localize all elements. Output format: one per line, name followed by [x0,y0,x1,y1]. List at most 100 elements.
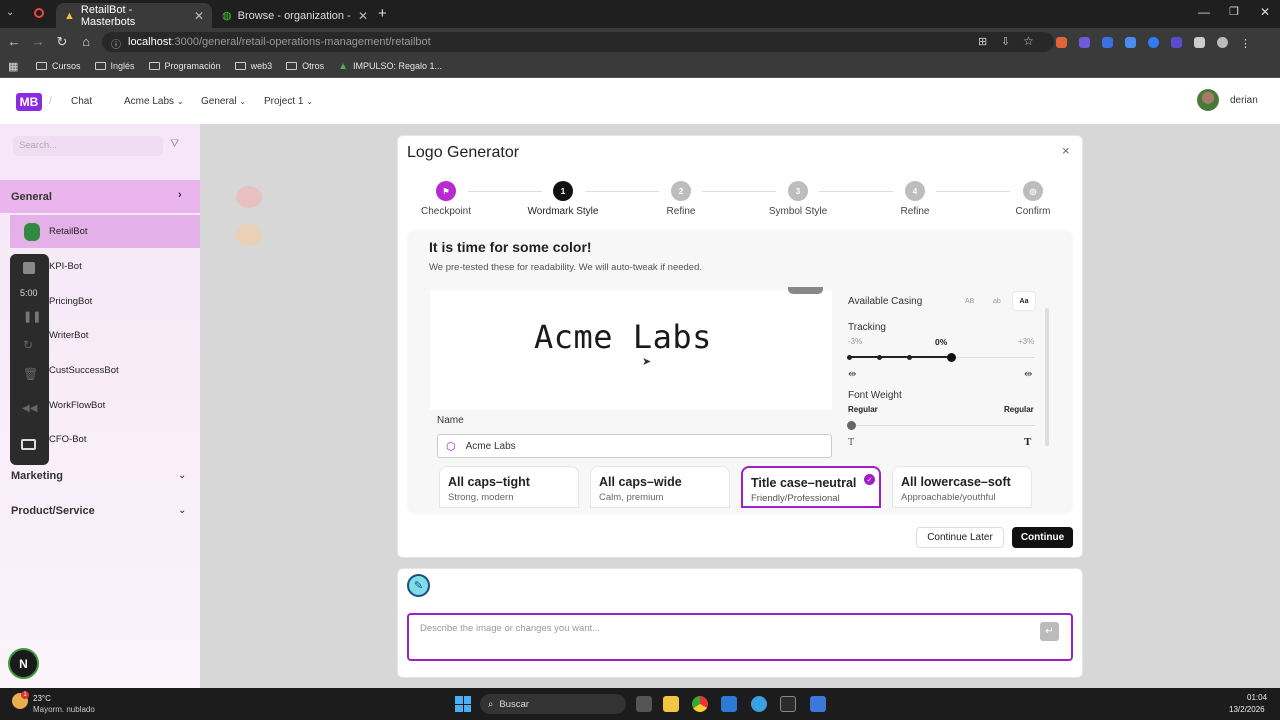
extensions-puzzle-icon[interactable] [1194,37,1205,48]
windows-start-icon[interactable] [455,696,471,712]
url-field[interactable]: ⓘ localhost:3000/general/retail-operatio… [102,32,1054,52]
bookmark-web3[interactable]: web3 [234,61,272,71]
restart-icon[interactable]: ↻ [23,338,33,352]
pause-icon[interactable]: ❚❚ [23,310,41,323]
install-app-icon[interactable]: ⇩ [1001,35,1010,48]
bookmark-programacion[interactable]: Programación [148,61,221,71]
casing-title-option[interactable]: Aa [1013,292,1035,310]
notification-badge-n[interactable]: N [8,648,39,679]
sidebar-item-cfo-bot[interactable]: CFO-Bot [49,434,86,445]
continue-button[interactable]: Continue [1012,527,1073,548]
reload-icon[interactable]: ↻ [50,34,74,50]
file-explorer-icon[interactable] [663,696,679,712]
close-tab-icon[interactable]: ✕ [358,9,368,23]
extension-icon[interactable] [1102,37,1113,48]
font-bold-icon[interactable]: T [1024,436,1031,448]
extension-icon[interactable] [1079,37,1090,48]
step-confirm-icon[interactable]: ◎ [1023,181,1043,201]
panel-heading: It is time for some color! [429,239,592,255]
sidebar-item-workflowbot[interactable]: WorkFlowBot [49,400,105,411]
extension-icon[interactable] [1171,37,1182,48]
bookmark-ingles[interactable]: Inglés [94,61,135,71]
tab-browse-organization[interactable]: ◍ Browse - organization - Data | I ✕ [214,3,376,28]
browser-menu-icon[interactable]: ⋮ [1240,37,1251,50]
user-avatar[interactable] [1197,89,1219,111]
font-light-icon[interactable]: T [848,437,854,448]
font-weight-slider-knob[interactable] [847,421,856,430]
nav-chat[interactable]: Chat [71,96,92,107]
bookmark-star-icon[interactable]: ☆ [1023,34,1034,48]
home-icon[interactable]: ⌂ [74,34,98,49]
tab-search-icon[interactable]: ⌄ [6,7,14,18]
step-1-circle[interactable]: 1 [553,181,573,201]
style-card-all-caps-tight[interactable]: All caps–tight Strong, modern [439,466,579,508]
weather-temp: 23°C [33,694,51,703]
back-icon[interactable]: ← [2,34,26,49]
site-info-icon[interactable]: ⓘ [111,36,121,51]
sidebar-item-writerbot[interactable]: WriterBot [49,330,88,341]
sidebar-section-product-service[interactable]: Product/Service [11,505,95,517]
step-3-circle[interactable]: 3 [788,181,808,201]
sidebar-item-kpi-bot[interactable]: KPI-Bot [49,261,82,272]
chrome-icon[interactable] [692,696,708,712]
record-icon[interactable] [34,8,44,18]
apps-grid-icon[interactable]: ▦ [8,60,18,73]
translate-icon[interactable]: ⊞ [978,35,987,48]
bookmark-cursos[interactable]: Cursos [36,61,81,71]
name-field[interactable]: ⬡ Acme Labs [437,434,832,458]
continue-later-button[interactable]: Continue Later [916,527,1004,548]
sidebar-section-general[interactable]: General › [0,180,200,213]
close-tab-icon[interactable]: ✕ [194,9,204,23]
step-4-circle[interactable]: 4 [905,181,925,201]
app-icon[interactable] [751,696,767,712]
camera-icon[interactable] [21,439,36,450]
sidebar-item-custsuccessbot[interactable]: CustSuccessBot [49,365,119,376]
minimize-button[interactable]: — [1198,5,1210,19]
tracking-loosen-icon[interactable]: ⇹ [1024,369,1032,380]
bookmark-otros[interactable]: Otros [286,61,324,71]
extension-icon[interactable] [1056,37,1067,48]
vscode-icon[interactable] [721,696,737,712]
style-card-all-lowercase-soft[interactable]: All lowercase–soft Approachable/youthful [892,466,1032,508]
bookmark-impulso[interactable]: ▲ IMPULSO: Regalo 1... [338,61,442,72]
forward-icon[interactable]: → [26,34,50,49]
tab-retailbot[interactable]: ▲ RetailBot - Masterbots ✕ [56,3,212,28]
preview-handle[interactable] [788,287,823,294]
taskbar-search[interactable]: ⌕ Buscar [480,694,626,714]
sidebar-section-marketing[interactable]: Marketing [11,470,63,482]
terminal-icon[interactable] [780,696,796,712]
style-card-title-case-neutral[interactable]: Title case–neutral Friendly/Professional… [741,466,881,508]
casing-lower-option[interactable]: ab [993,298,1001,305]
font-weight-track[interactable] [849,425,1035,426]
filter-icon[interactable]: ⛛ [170,138,186,154]
extension-icon[interactable] [1148,37,1159,48]
style-card-all-caps-wide[interactable]: All caps–wide Calm, premium [590,466,730,508]
task-view-icon[interactable] [636,696,652,712]
nav-org-dropdown[interactable]: Acme Labs ⌄ [124,96,184,107]
tracking-tighten-icon[interactable]: ⇹ [848,369,856,380]
profile-avatar[interactable] [1217,37,1228,48]
prompt-input[interactable]: Describe the image or changes you want..… [407,613,1073,661]
panel-scrollbar[interactable] [1045,308,1049,446]
logo-tool-icon[interactable]: ✎ [407,574,430,597]
extension-icon[interactable] [1125,37,1136,48]
close-window-button[interactable]: ✕ [1260,5,1270,19]
username[interactable]: derian [1230,95,1258,106]
send-icon[interactable]: ↵ [1040,622,1059,641]
new-tab-button[interactable]: + [378,5,387,22]
rewind-icon[interactable]: ◀◀ [22,403,37,414]
stop-icon[interactable] [23,262,35,274]
maximize-button[interactable]: ❐ [1229,5,1239,18]
app-logo[interactable]: MB [16,93,42,111]
nav-department-dropdown[interactable]: General ⌄ [201,96,246,107]
step-checkpoint-flag-icon[interactable]: ⚑ [436,181,456,201]
casing-upper-option[interactable]: AB [965,298,974,305]
notepad-icon[interactable] [810,696,826,712]
step-connector [702,191,776,192]
sidebar-item-pricingbot[interactable]: PricingBot [49,296,92,307]
sidebar-search-input[interactable]: Search... [13,136,163,156]
delete-icon[interactable]: 🗑 [23,367,38,381]
nav-project-dropdown[interactable]: Project 1 ⌄ [264,96,313,107]
close-icon[interactable]: × [1062,143,1070,158]
step-2-circle[interactable]: 2 [671,181,691,201]
